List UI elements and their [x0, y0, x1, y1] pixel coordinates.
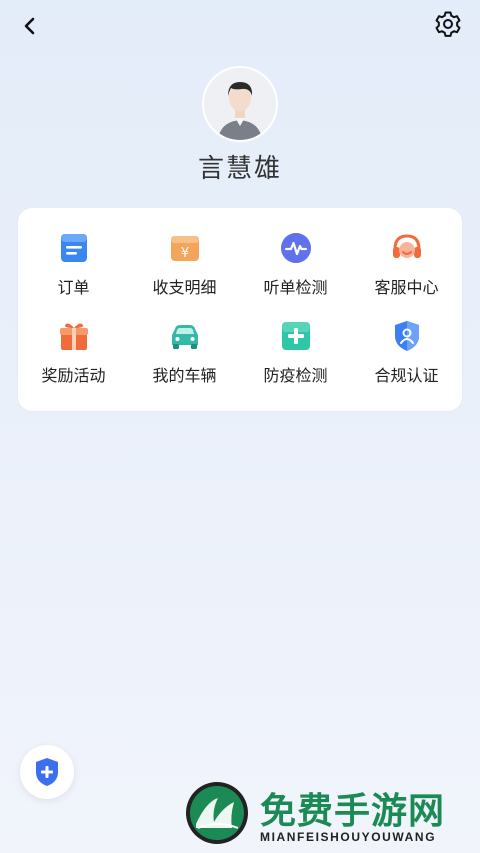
menu-item-customer-service[interactable]: 客服中心	[351, 230, 462, 298]
watermark-subtitle: MIANFEISHOUYOUWANG	[260, 830, 437, 844]
gear-icon	[435, 11, 461, 37]
order-icon	[56, 230, 92, 266]
watermark-logo-icon	[186, 782, 248, 844]
chevron-left-icon	[24, 17, 35, 35]
income-expense-icon: ¥	[167, 230, 203, 266]
safety-shield-button[interactable]	[20, 745, 74, 799]
service-menu-card: 订单 ¥ 收支明细 听单检测 客服中心 奖励活动 我的车辆 防疫检测 合规认证	[18, 208, 462, 411]
menu-item-label: 客服中心	[374, 280, 439, 297]
site-watermark: 免费手游网 MIANFEISHOUYOUWANG	[184, 780, 474, 848]
menu-item-rewards[interactable]: 奖励活动	[18, 318, 129, 386]
settings-button[interactable]	[432, 8, 464, 40]
menu-item-orders[interactable]: 订单	[18, 230, 129, 298]
menu-item-label: 合规认证	[374, 368, 439, 385]
menu-item-label: 订单	[57, 280, 90, 297]
car-icon	[167, 318, 203, 354]
menu-item-label: 我的车辆	[152, 368, 217, 385]
menu-item-income-expense[interactable]: ¥ 收支明细	[129, 230, 240, 298]
svg-text:¥: ¥	[180, 246, 188, 261]
shield-plus-icon	[36, 758, 58, 786]
menu-item-label: 听单检测	[263, 280, 328, 297]
menu-item-compliance[interactable]: 合规认证	[351, 318, 462, 386]
medical-cross-icon	[278, 318, 314, 354]
user-name: 言慧雄	[197, 153, 282, 183]
menu-item-label: 收支明细	[152, 280, 217, 297]
menu-item-label: 防疫检测	[263, 368, 328, 385]
watermark-title: 免费手游网	[260, 790, 446, 831]
avatar[interactable]	[204, 68, 276, 140]
back-button[interactable]	[14, 10, 46, 42]
top-bar	[0, 0, 480, 50]
shield-person-icon	[389, 318, 425, 354]
menu-item-my-vehicle[interactable]: 我的车辆	[129, 318, 240, 386]
customer-service-icon	[389, 230, 425, 266]
menu-item-order-check[interactable]: 听单检测	[240, 230, 351, 298]
menu-item-epidemic-check[interactable]: 防疫检测	[240, 318, 351, 386]
user-avatar-icon	[204, 68, 276, 140]
order-listening-check-icon	[278, 230, 314, 266]
menu-item-label: 奖励活动	[41, 368, 106, 385]
gift-icon	[56, 318, 92, 354]
